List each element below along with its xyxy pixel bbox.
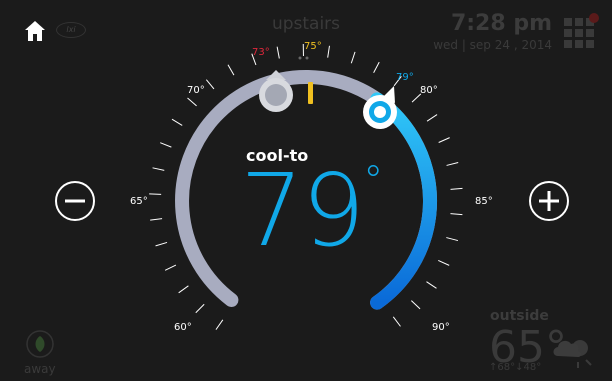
- leaf-icon[interactable]: [26, 330, 54, 358]
- dial-tick: [350, 51, 356, 64]
- away-label[interactable]: away: [24, 362, 56, 376]
- current-temp-label: 75°: [304, 41, 322, 52]
- dial-tick: [446, 237, 459, 242]
- dial-tick: [411, 300, 421, 310]
- dial-tick: [195, 303, 205, 314]
- setpoint-value: 79°: [240, 152, 383, 269]
- dial-tick: [160, 142, 172, 148]
- dial-tick: [205, 79, 215, 90]
- partly-cloudy-night-icon: [553, 340, 592, 368]
- dial-tick: [327, 45, 330, 58]
- heat-setpoint-label: 73°: [252, 47, 270, 58]
- scale-label-60: 60°: [174, 322, 192, 333]
- current-temp-marker: [308, 82, 313, 104]
- setpoint-number: 79: [240, 152, 365, 269]
- cool-range-arc: [370, 92, 438, 310]
- dial-tick: [215, 319, 224, 330]
- dial-tick: [438, 137, 450, 143]
- minus-circle-icon[interactable]: [53, 179, 97, 223]
- dial-tick: [187, 97, 197, 107]
- dial-tick: [171, 118, 183, 126]
- dial-tick: [446, 162, 459, 166]
- scale-label-70: 70°: [187, 85, 205, 96]
- scale-label-90: 90°: [432, 322, 450, 333]
- dial-tick: [155, 241, 168, 247]
- dial-tick: [178, 285, 189, 294]
- dial-tick: [392, 316, 401, 327]
- dial-tick: [150, 218, 163, 221]
- marker-dot: [305, 56, 309, 60]
- dial-tick: [164, 264, 177, 271]
- dial-tick: [149, 193, 162, 195]
- dial-tick: [426, 281, 437, 289]
- outside-hi-lo: ↑68°↓48°: [489, 362, 542, 373]
- scale-label-65: 65°: [130, 196, 148, 207]
- scale-label-85: 85°: [475, 196, 493, 207]
- dial-tick: [152, 167, 165, 171]
- dial-tick: [373, 61, 380, 73]
- thermostat-screen: lxi upstairs 7:28 pm wed | sep 24 , 2014: [0, 0, 612, 381]
- scale-label-80: 80°: [420, 85, 438, 96]
- dial-tick: [438, 259, 450, 266]
- dial-tick: [450, 213, 463, 216]
- cool-setpoint-label: 79°: [396, 72, 414, 83]
- setpoint-degree: °: [363, 158, 383, 204]
- dial-tick: [450, 187, 463, 190]
- dial-tick: [227, 64, 235, 76]
- plus-circle-icon[interactable]: [527, 179, 571, 223]
- dial-tick: [276, 46, 280, 59]
- marker-dot: [298, 56, 302, 60]
- dial-tick: [426, 114, 438, 122]
